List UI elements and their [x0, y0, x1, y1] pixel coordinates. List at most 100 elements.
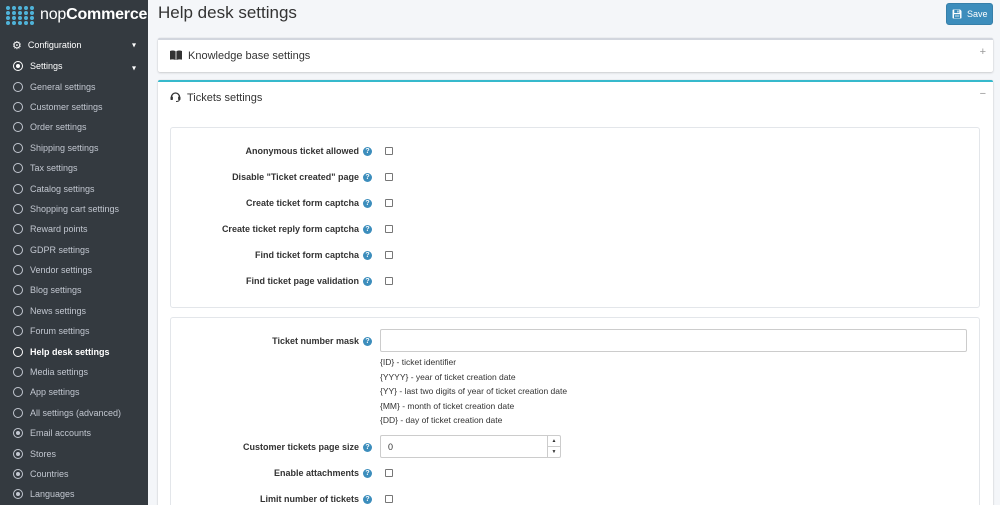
sidebar-item-stores[interactable]: Stores — [0, 443, 148, 463]
help-icon[interactable]: ? — [363, 172, 372, 182]
circle-icon — [13, 81, 23, 92]
sidebar-item-label: Languages — [30, 489, 75, 500]
sidebar-item-customer-settings[interactable]: Customer settings — [0, 97, 148, 117]
customer-tickets-page-size-input[interactable]: 0 ▲ ▼ — [380, 435, 561, 458]
page-size-value: 0 — [388, 441, 394, 452]
sidebar-item-shipping-settings[interactable]: Shipping settings — [0, 138, 148, 158]
sidebar-item-blog-settings[interactable]: Blog settings — [0, 280, 148, 300]
chevron-down-icon: ▾ — [131, 63, 136, 73]
sidebar-item-label: Customer settings — [30, 101, 103, 112]
sidebar-item-label: GDPR settings — [30, 244, 90, 255]
create-ticket-form-captcha-checkbox[interactable] — [385, 199, 393, 207]
help-icon[interactable]: ? — [363, 276, 372, 286]
help-icon[interactable]: ? — [363, 198, 372, 208]
sidebar-item-shopping-cart-settings[interactable]: Shopping cart settings — [0, 199, 148, 219]
sidebar-item-label: Blog settings — [30, 285, 82, 296]
circle-icon — [13, 142, 23, 153]
anonymous-ticket-allowed-checkbox[interactable] — [385, 147, 393, 155]
help-icon[interactable]: ? — [363, 336, 372, 346]
logo-icon — [6, 5, 35, 25]
spin-down-icon[interactable]: ▼ — [548, 447, 560, 457]
help-icon[interactable]: ? — [363, 494, 372, 504]
help-icon[interactable]: ? — [363, 442, 372, 452]
field-label: Find ticket form captcha — [254, 250, 359, 260]
sidebar-item-label: Shopping cart settings — [30, 203, 120, 214]
sidebar-item-label: Help desk settings — [30, 346, 110, 357]
circle-icon — [13, 203, 23, 214]
find-ticket-page-validation-checkbox[interactable] — [385, 277, 393, 285]
sidebar-item-email-accounts[interactable]: Email accounts — [0, 423, 148, 443]
limit-number-of-tickets-checkbox[interactable] — [385, 495, 393, 503]
find-ticket-form-captcha-checkbox[interactable] — [385, 251, 393, 259]
book-icon — [170, 50, 182, 63]
number-spinner: ▲ ▼ — [547, 436, 560, 457]
help-icon[interactable]: ? — [363, 250, 372, 260]
save-button[interactable]: 💾︎ Save — [946, 3, 993, 25]
circle-icon — [13, 367, 23, 378]
sidebar: nopCommerce ⚙ Configuration ▾ Settings ▾… — [0, 0, 148, 505]
field-label: Ticket number mask — [272, 336, 359, 346]
knowledge-base-panel: Knowledge base settings + — [158, 38, 993, 72]
sidebar-item-all-settings[interactable]: All settings (advanced) — [0, 403, 148, 423]
ticket-number-mask-input[interactable] — [380, 329, 967, 352]
spin-up-icon[interactable]: ▲ — [548, 436, 560, 447]
sidebar-item-settings[interactable]: Settings ▾ — [0, 56, 148, 76]
mask-hints: {ID} - ticket identifier {YYYY} - year o… — [380, 355, 567, 428]
page-title: Help desk settings — [158, 3, 297, 22]
form-row: Find ticket page validation ? — [171, 274, 979, 288]
sidebar-item-help-desk-settings[interactable]: Help desk settings — [0, 341, 148, 361]
form-row: Customer tickets page size ? — [171, 440, 979, 454]
sidebar-item-label: General settings — [30, 81, 96, 92]
circle-icon — [13, 244, 23, 255]
help-icon[interactable]: ? — [363, 468, 372, 478]
sidebar-item-label: Vendor settings — [30, 265, 93, 276]
form-row: Anonymous ticket allowed ? — [171, 144, 979, 158]
sidebar-item-news-settings[interactable]: News settings — [0, 301, 148, 321]
form-row: Create ticket reply form captcha ? — [171, 222, 979, 236]
help-icon[interactable]: ? — [363, 146, 372, 156]
sidebar-item-configuration[interactable]: ⚙ Configuration ▾ — [0, 34, 148, 56]
expand-icon[interactable]: + — [980, 46, 986, 58]
mask-hint: {DD} - day of ticket creation date — [380, 415, 503, 425]
sidebar-item-label: Stores — [30, 448, 57, 459]
circle-icon — [13, 183, 23, 194]
sidebar-item-label: Settings — [30, 61, 63, 72]
enable-attachments-checkbox[interactable] — [385, 469, 393, 477]
knowledge-base-panel-header[interactable]: Knowledge base settings + — [158, 40, 993, 72]
sidebar-item-label: Catalog settings — [30, 183, 95, 194]
sidebar-item-countries[interactable]: Countries — [0, 464, 148, 484]
sidebar-item-order-settings[interactable]: Order settings — [0, 117, 148, 137]
floppy-icon: 💾︎ — [951, 8, 963, 19]
sidebar-item-label: All settings (advanced) — [30, 407, 122, 418]
field-label: Customer tickets page size — [242, 442, 359, 452]
sidebar-item-gdpr-settings[interactable]: GDPR settings — [0, 240, 148, 260]
field-label: Disable "Ticket created" page — [232, 172, 359, 182]
logo-text: nopCommerce — [40, 6, 148, 23]
collapse-icon[interactable]: − — [980, 88, 986, 100]
circle-icon — [13, 305, 23, 316]
sidebar-item-media-settings[interactable]: Media settings — [0, 362, 148, 382]
circle-icon — [13, 163, 23, 174]
sidebar-item-catalog-settings[interactable]: Catalog settings — [0, 178, 148, 198]
sidebar-item-forum-settings[interactable]: Forum settings — [0, 321, 148, 341]
logo[interactable]: nopCommerce — [0, 0, 148, 30]
create-ticket-reply-form-captcha-checkbox[interactable] — [385, 225, 393, 233]
sidebar-item-label: Order settings — [30, 122, 87, 133]
chevron-down-icon: ▾ — [131, 40, 136, 50]
sidebar-item-reward-points[interactable]: Reward points — [0, 219, 148, 239]
sidebar-item-languages[interactable]: Languages — [0, 484, 148, 504]
tickets-panel-header[interactable]: Tickets settings − — [158, 82, 993, 114]
form-row: Find ticket form captcha ? — [171, 248, 979, 262]
help-icon[interactable]: ? — [363, 224, 372, 234]
field-label: Create ticket form captcha — [245, 198, 359, 208]
sidebar-item-app-settings[interactable]: App settings — [0, 382, 148, 402]
sidebar-item-general-settings[interactable]: General settings — [0, 76, 148, 96]
sidebar-item-vendor-settings[interactable]: Vendor settings — [0, 260, 148, 280]
field-label: Find ticket page validation — [245, 276, 359, 286]
disable-ticket-created-page-checkbox[interactable] — [385, 173, 393, 181]
sidebar-item-label: Configuration — [27, 40, 82, 50]
field-label: Limit number of tickets — [259, 494, 359, 504]
mask-hint: {YYYY} - year of ticket creation date — [380, 371, 516, 382]
sidebar-item-tax-settings[interactable]: Tax settings — [0, 158, 148, 178]
field-label: Anonymous ticket allowed — [245, 146, 359, 156]
